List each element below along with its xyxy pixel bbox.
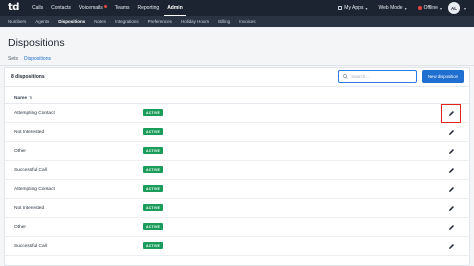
edit-button[interactable] [441,104,461,123]
avatar[interactable]: AL [447,2,460,14]
chevron-down-icon: ▾ [365,5,368,11]
disposition-name: Not Interested [14,130,45,135]
disposition-name: Other [14,225,26,230]
status-badge: ACTIVE [143,166,164,173]
pencil-icon [448,186,454,192]
table-row: Other ACTIVE [5,218,471,237]
chevron-down-icon: ▾ [404,5,407,11]
table-toolbar: 8 dispositions Search... New disposition [5,68,471,87]
account-menu[interactable]: ▾ [462,6,466,11]
pencil-icon [448,224,454,230]
table-header: Name ⇅ [5,93,471,104]
new-disposition-button[interactable]: New disposition [422,70,464,83]
subnav-notes[interactable]: Notes [94,19,106,24]
edit-button[interactable] [446,184,456,194]
status-badge: ACTIVE [143,242,164,249]
search-input[interactable]: Search... [338,70,417,83]
web-mode-label: Web Mode [378,5,403,11]
disposition-name: Not Interested [14,206,45,211]
nav-admin[interactable]: Admin [164,0,186,16]
notification-dot-icon [103,5,107,8]
nav-contacts[interactable]: Contacts [51,0,71,16]
table-row: Attempting Contact ACTIVE [5,104,471,123]
status-label: Offline [423,5,438,11]
edit-button[interactable] [446,222,456,232]
status-badge: ACTIVE [143,147,164,154]
subnav-numbers[interactable]: Numbers [8,19,26,24]
edit-button[interactable] [446,241,456,251]
disposition-name: Successful Call [14,168,47,173]
search-icon [343,74,348,79]
table-row: Other ACTIVE [5,142,471,161]
pencil-icon [448,111,454,116]
search-placeholder: Search... [351,74,370,79]
apps-grid-icon [338,6,343,10]
table-row: Successful Call ACTIVE [5,161,471,180]
subnav-integrations[interactable]: Integrations [115,19,139,24]
subnav-invoices[interactable]: Invoices [239,19,256,24]
table-row: Successful Call ACTIVE [5,237,471,256]
pencil-icon [448,129,454,135]
edit-button[interactable] [446,165,456,175]
name-header-label: Name [14,96,28,101]
dispositions-count: 8 dispositions [11,74,45,80]
my-apps-menu[interactable]: My Apps ▾ [338,5,367,11]
status-badge: ACTIVE [143,204,164,211]
disposition-name: Other [14,149,26,154]
topbar-right: My Apps ▾ Web Mode ▾ Offline ▾ AL ▾ [327,0,466,16]
disposition-name: Successful Call [14,244,47,249]
disposition-name: Attempting Contact [14,111,55,116]
tabs-divider [0,65,474,66]
admin-subnav: Numbers Agents Dispositions Notes Integr… [0,16,474,27]
subnav-billing[interactable]: Billing [218,19,230,24]
page-title: Dispositions [8,37,65,49]
nav-calls[interactable]: Calls [32,0,43,16]
chevron-down-icon: ▾ [463,5,466,11]
subnav-dispositions[interactable]: Dispositions [58,19,85,24]
pencil-icon [448,205,454,211]
dispositions-table-card: 8 dispositions Search... New disposition… [4,67,471,266]
nav-reporting[interactable]: Reporting [138,0,160,16]
nav-voicemails[interactable]: Voicemails [79,0,107,16]
edit-button[interactable] [446,146,456,156]
nav-voicemails-label: Voicemails [78,5,103,11]
table-row: Not Interested ACTIVE [5,199,471,218]
pencil-icon [448,148,454,154]
edit-button[interactable] [446,127,456,137]
chevron-down-icon: ▾ [439,5,442,11]
subnav-agents[interactable]: Agents [35,19,49,24]
name-column-header[interactable]: Name ⇅ [14,95,32,101]
status-dot-icon [417,6,422,10]
status-badge: ACTIVE [143,109,164,116]
status-menu[interactable]: Offline ▾ [417,5,442,11]
status-badge: ACTIVE [143,185,164,192]
table-row: Attempting Contact ACTIVE [5,180,471,199]
top-navigation-bar: td Calls Contacts Voicemails Teams Repor… [0,0,474,16]
my-apps-label: My Apps [344,5,364,11]
edit-button[interactable] [446,203,456,213]
disposition-name: Attempting Contact [14,187,55,192]
status-badge: ACTIVE [143,128,164,135]
pencil-icon [448,167,454,173]
subnav-holiday-hours[interactable]: Holiday Hours [181,19,209,24]
status-badge: ACTIVE [143,223,164,230]
main-nav: Calls Contacts Voicemails Teams Reportin… [32,0,191,16]
web-mode-menu[interactable]: Web Mode ▾ [378,5,406,11]
pencil-icon [448,243,454,249]
subnav-preferences[interactable]: Preferences [148,19,172,24]
table-row: Not Interested ACTIVE [5,123,471,142]
app-logo[interactable]: td [8,0,24,16]
sort-icon: ⇅ [29,95,33,100]
nav-teams[interactable]: Teams [115,0,130,16]
